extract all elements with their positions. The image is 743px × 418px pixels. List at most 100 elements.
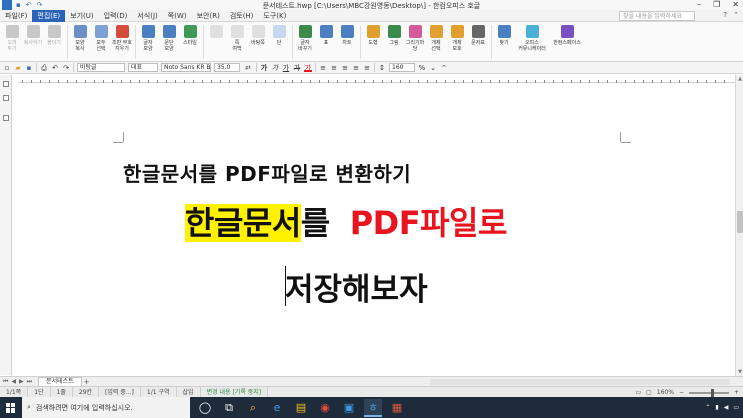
ribbon-button-6[interactable]: 글자 모양: [138, 22, 158, 60]
office-icon[interactable]: ▦: [388, 399, 406, 417]
ribbon-button-15[interactable]: 차트: [337, 22, 357, 60]
ribbon-button-5[interactable]: 조판 부호 지우기: [112, 22, 132, 60]
ruler-top-margin-marker[interactable]: [3, 81, 9, 87]
menu-tools[interactable]: 도구(K): [258, 10, 291, 22]
align-left-icon[interactable]: ≡: [330, 64, 338, 72]
ribbon-button-7[interactable]: 문단 모양: [159, 22, 179, 60]
ribbon-button-13[interactable]: 글자 바꾸기: [295, 22, 315, 60]
zoom-out-icon[interactable]: −: [679, 389, 684, 396]
zoom-slider-knob[interactable]: [710, 388, 714, 397]
search-app-icon[interactable]: ⌕: [244, 399, 262, 417]
open-folder-icon[interactable]: ▰: [14, 64, 22, 72]
ribbon-button-4[interactable]: 모두 선택: [91, 22, 111, 60]
ribbon-button-11[interactable]: 바탕쪽: [248, 22, 268, 60]
menu-insert[interactable]: 입력(D): [99, 10, 133, 22]
ribbon-button-9[interactable]: [206, 22, 226, 60]
underline-button[interactable]: 가: [282, 64, 290, 72]
minimize-button[interactable]: –: [697, 0, 701, 9]
font-size-input[interactable]: 35.0: [214, 63, 240, 72]
language-select[interactable]: 대표: [128, 63, 158, 72]
hwp-icon[interactable]: ㅎ: [364, 398, 382, 417]
ribbon-button-24[interactable]: 한컴스페이스: [550, 22, 584, 60]
vertical-scrollbar[interactable]: ▲ ▼: [735, 75, 743, 376]
new-doc-icon[interactable]: ▫: [3, 64, 11, 72]
tab-document[interactable]: 문서테스트: [38, 377, 82, 386]
redo-icon[interactable]: ↷: [62, 64, 70, 72]
status-page[interactable]: 1/1쪽: [0, 386, 29, 398]
font-select[interactable]: Noto Sans KR B: [161, 63, 211, 72]
menu-review[interactable]: 검토(H): [225, 10, 259, 22]
notification-icon[interactable]: ▭: [733, 404, 739, 411]
zoom-increase-icon[interactable]: ⌃: [440, 64, 448, 72]
menu-view[interactable]: 보기(U): [65, 10, 98, 22]
ribbon-button-17[interactable]: 그림: [384, 22, 404, 60]
ribbon-button-10[interactable]: 쪽 여백: [227, 22, 247, 60]
undo-icon[interactable]: ↶: [51, 64, 59, 72]
horizontal-scrollbar[interactable]: [430, 379, 730, 385]
ribbon-button-3[interactable]: 모양 복사: [70, 22, 90, 60]
tab-next-icon[interactable]: ▶: [19, 378, 24, 386]
menu-format[interactable]: 서식(J): [132, 10, 162, 22]
style-select[interactable]: 바탕글: [77, 63, 125, 72]
ribbon-button-0[interactable]: 오려 두기: [2, 22, 22, 60]
ribbon-button-16[interactable]: 도형: [363, 22, 383, 60]
cortana-icon[interactable]: ◯: [196, 399, 214, 417]
strike-button[interactable]: 가: [293, 64, 301, 72]
zoom-decrease-icon[interactable]: ⌄: [429, 64, 437, 72]
help-icon[interactable]: ?: [723, 11, 727, 19]
start-button[interactable]: [0, 397, 22, 418]
zoom-value[interactable]: 160%: [657, 389, 674, 396]
explorer-icon[interactable]: ▤: [292, 399, 310, 417]
font-color-button[interactable]: 가: [304, 64, 312, 72]
zoom-slider[interactable]: [688, 388, 729, 397]
align-right-icon[interactable]: ≡: [352, 64, 360, 72]
store-icon[interactable]: ▣: [340, 399, 358, 417]
scroll-down-icon[interactable]: ▼: [736, 368, 743, 376]
edge-icon[interactable]: e: [268, 399, 286, 417]
ribbon-button-21[interactable]: 문자표: [468, 22, 488, 60]
ribbon-button-12[interactable]: 단: [269, 22, 289, 60]
taskbar-search[interactable]: ⌕ 검색하려면 여기에 입력하십시오.: [22, 397, 190, 418]
tab-last-icon[interactable]: ⏭: [27, 378, 32, 386]
ribbon-button-19[interactable]: 개체 선택: [426, 22, 446, 60]
ribbon-button-2[interactable]: 붙이기: [44, 22, 64, 60]
scroll-thumb[interactable]: [737, 211, 743, 233]
ribbon-button-18[interactable]: 그리기마당: [405, 22, 425, 60]
scroll-up-icon[interactable]: ▲: [736, 75, 743, 83]
menu-edit[interactable]: 편집(E): [32, 9, 66, 22]
network-icon[interactable]: ▮: [715, 404, 718, 411]
ruler-marker[interactable]: [3, 115, 9, 121]
tab-first-icon[interactable]: ⏮: [3, 378, 8, 386]
tray-up-icon[interactable]: ⌃: [705, 404, 710, 411]
chrome-icon[interactable]: ◉: [316, 399, 334, 417]
line-spacing-icon[interactable]: ↕: [378, 64, 386, 72]
print-icon[interactable]: ⎙: [40, 64, 48, 72]
status-track-changes[interactable]: 변경 내용 [기록 중지]: [201, 386, 269, 398]
add-tab-button[interactable]: +: [84, 378, 90, 386]
menu-security[interactable]: 보안(R): [192, 10, 225, 22]
status-insert[interactable]: 삽입: [177, 386, 201, 398]
bold-button[interactable]: 가: [260, 64, 268, 72]
close-button[interactable]: ✕: [732, 0, 739, 9]
zoom-select[interactable]: 160: [389, 63, 415, 72]
menu-page[interactable]: 쪽(W): [163, 10, 192, 22]
ribbon-button-1[interactable]: 복사하기: [23, 22, 43, 60]
ribbon-button-20[interactable]: 개체 보호: [447, 22, 467, 60]
menu-file[interactable]: 파일(F): [0, 10, 32, 22]
ribbon-button-23[interactable]: 오피스 커뮤니케이터: [515, 22, 549, 60]
italic-button[interactable]: 가: [271, 64, 279, 72]
maximize-button[interactable]: ❐: [713, 0, 720, 9]
align-justify-icon[interactable]: ≡: [319, 64, 327, 72]
ribbon-collapse-icon[interactable]: ⌃: [733, 11, 739, 19]
ribbon-button-22[interactable]: 찾기: [494, 22, 514, 60]
align-distribute-icon[interactable]: ≡: [363, 64, 371, 72]
view-normal-icon[interactable]: ▭: [635, 389, 641, 396]
task-view-icon[interactable]: ⧉: [220, 399, 238, 417]
save-icon[interactable]: ▪: [25, 64, 33, 72]
volume-icon[interactable]: ◀: [724, 404, 729, 411]
view-web-icon[interactable]: ▢: [646, 389, 652, 396]
ribbon-button-14[interactable]: 표: [316, 22, 336, 60]
ribbon-button-8[interactable]: 스타일: [180, 22, 200, 60]
align-center-icon[interactable]: ≡: [341, 64, 349, 72]
document-area[interactable]: 한글문서를 PDF파일로 변환하기 한글문서를 PDF파일로 저장해보자: [13, 84, 735, 376]
